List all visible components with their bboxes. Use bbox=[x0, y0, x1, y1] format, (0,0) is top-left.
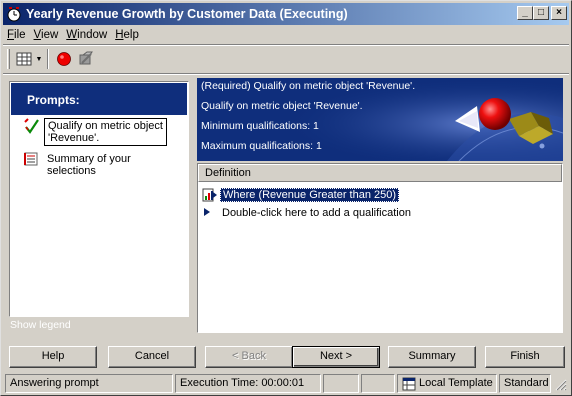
prompts-header: Prompts: bbox=[11, 83, 187, 115]
maximize-button[interactable]: □ bbox=[533, 6, 549, 20]
execution-time: Execution Time: 00:00:01 bbox=[175, 374, 321, 393]
next-button[interactable]: Next > bbox=[292, 346, 380, 368]
toolbar: ▼ bbox=[3, 46, 97, 72]
close-button[interactable]: × bbox=[551, 6, 567, 20]
prompt-item-label: Summary of your selections bbox=[47, 153, 131, 177]
resize-grip-icon[interactable] bbox=[553, 377, 567, 391]
summary-list-icon bbox=[24, 152, 40, 168]
help-button[interactable]: Help bbox=[9, 346, 97, 368]
template-cell: Local Template bbox=[397, 374, 497, 393]
prompt-item-label: Qualify on metric object 'Revenue'. bbox=[44, 118, 167, 146]
banner-minimum-text: Minimum qualifications: 1 bbox=[201, 120, 319, 132]
toolbar-separator bbox=[47, 49, 49, 69]
template-icon bbox=[402, 377, 416, 391]
add-qualification-text: Double-click here to add a qualification bbox=[222, 207, 411, 219]
template-label: Local Template bbox=[419, 377, 493, 389]
definition-header[interactable]: Definition bbox=[198, 164, 562, 182]
prompt-item-summary[interactable]: Summary of your selections bbox=[24, 152, 134, 178]
arrow-right-icon bbox=[202, 206, 218, 220]
add-qualification-row[interactable]: Double-click here to add a qualification bbox=[202, 205, 413, 221]
status-message: Answering prompt bbox=[5, 374, 173, 393]
qualification-row[interactable]: Where (Revenue Greater than 250) bbox=[202, 187, 400, 203]
prompt-item-revenue[interactable]: Qualify on metric object 'Revenue'. bbox=[24, 118, 167, 146]
menu-file[interactable]: File bbox=[3, 29, 30, 41]
record-icon[interactable] bbox=[53, 48, 75, 70]
dropdown-arrow-icon[interactable]: ▼ bbox=[35, 48, 43, 70]
menu-window[interactable]: Window bbox=[62, 29, 111, 41]
toolbar-grip[interactable] bbox=[7, 49, 10, 69]
show-legend-link[interactable]: Show legend bbox=[10, 319, 71, 331]
mode-label: Standard bbox=[499, 374, 551, 393]
cancel-execution-icon[interactable] bbox=[75, 48, 97, 70]
prompt-info-banner: (Required) Qualify on metric object 'Rev… bbox=[197, 78, 563, 161]
banner-required-text: (Required) Qualify on metric object 'Rev… bbox=[201, 80, 416, 92]
toolbar-separator-line bbox=[3, 73, 569, 75]
qualification-text: Where (Revenue Greater than 250) bbox=[220, 188, 400, 202]
summary-button[interactable]: Summary bbox=[388, 346, 476, 368]
minimize-button[interactable]: _ bbox=[517, 6, 533, 20]
prompt-window: Yearly Revenue Growth by Customer Data (… bbox=[0, 0, 572, 396]
prompts-panel: Prompts: Qualify on metric object 'Reven… bbox=[9, 81, 189, 317]
checkmark-icon bbox=[24, 118, 40, 134]
status-bar: Answering prompt Execution Time: 00:00:0… bbox=[3, 374, 569, 393]
title-bar[interactable]: Yearly Revenue Growth by Customer Data (… bbox=[3, 3, 569, 25]
finish-button[interactable]: Finish bbox=[485, 346, 565, 368]
metric-qualification-icon bbox=[202, 188, 218, 202]
cancel-button[interactable]: Cancel bbox=[108, 346, 196, 368]
app-clock-icon bbox=[6, 6, 22, 22]
banner-maximum-text: Maximum qualifications: 1 bbox=[201, 140, 322, 152]
menu-help[interactable]: Help bbox=[111, 29, 143, 41]
status-empty-cell bbox=[323, 374, 359, 393]
grid-view-icon[interactable] bbox=[13, 48, 35, 70]
window-title: Yearly Revenue Growth by Customer Data (… bbox=[26, 7, 348, 21]
menu-view[interactable]: View bbox=[30, 29, 63, 41]
menu-bar: File View Window Help bbox=[3, 26, 143, 44]
status-empty-cell bbox=[361, 374, 395, 393]
definition-panel: Definition Where (Revenue Greater than 2… bbox=[197, 163, 563, 333]
back-button[interactable]: < Back bbox=[205, 346, 293, 368]
banner-description-text: Qualify on metric object 'Revenue'. bbox=[201, 100, 363, 112]
